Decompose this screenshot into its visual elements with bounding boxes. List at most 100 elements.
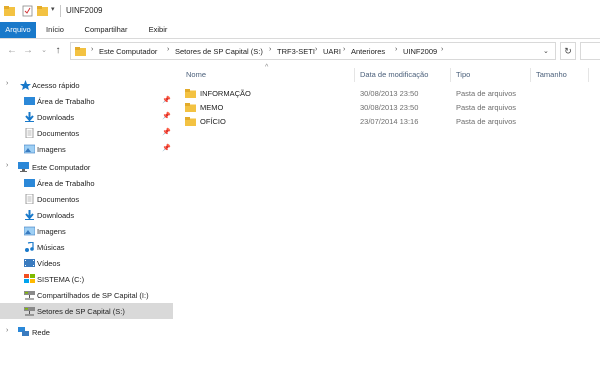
- sidebar-item-label: Este Computador: [32, 163, 91, 172]
- pin-icon[interactable]: 📌: [162, 96, 171, 104]
- sidebar-item-videos[interactable]: Vídeos: [0, 255, 173, 271]
- column-divider[interactable]: [450, 68, 451, 82]
- breadcrumb-trf3-seti[interactable]: TRF3-SETI: [277, 47, 315, 56]
- column-header-nome[interactable]: Nome: [186, 70, 206, 79]
- file-type: Pasta de arquivos: [456, 103, 517, 112]
- column-divider[interactable]: [354, 68, 355, 82]
- sidebar-item-label: SISTEMA (C:): [37, 275, 85, 284]
- file-type: Pasta de arquivos: [456, 89, 517, 98]
- up-arrow-icon[interactable]: ↑: [52, 45, 64, 57]
- sidebar-item-musicas[interactable]: Músicas: [0, 239, 173, 255]
- breadcrumb-chevron-icon[interactable]: ›: [395, 46, 397, 53]
- image-icon: [24, 226, 35, 236]
- table-row[interactable]: OFÍCIO 23/07/2014 13:16 Pasta de arquivo…: [182, 115, 600, 129]
- table-row[interactable]: MEMO 30/08/2013 23:50 Pasta de arquivos: [182, 101, 600, 115]
- breadcrumb-chevron-icon[interactable]: ›: [269, 46, 271, 53]
- sidebar-item-label: Músicas: [37, 243, 65, 252]
- document-icon: [25, 128, 34, 138]
- address-bar[interactable]: › Este Computador › Setores de SP Capita…: [70, 42, 556, 60]
- sidebar-item-label: Downloads: [37, 113, 75, 122]
- network-drive-icon: [24, 307, 35, 316]
- computer-icon: [18, 162, 29, 172]
- sidebar-item-downloads-pc[interactable]: Downloads: [0, 207, 173, 223]
- refresh-icon[interactable]: ↻: [560, 42, 576, 60]
- sidebar-item-downloads[interactable]: Downloads 📌: [0, 109, 173, 125]
- pin-icon[interactable]: 📌: [162, 112, 171, 120]
- column-header-data-modificacao[interactable]: Data de modificação: [360, 70, 428, 79]
- desktop-icon: [24, 97, 35, 105]
- download-icon: [25, 112, 34, 122]
- sidebar-item-area-de-trabalho[interactable]: Área de Trabalho 📌: [0, 93, 173, 109]
- folder-icon: [185, 103, 196, 112]
- file-modified: 30/08/2013 23:50: [360, 89, 419, 98]
- sidebar-item-acesso-rapido[interactable]: › Acesso rápido: [0, 77, 173, 93]
- breadcrumb-chevron-icon[interactable]: ›: [315, 46, 317, 53]
- download-icon: [25, 210, 34, 220]
- forward-arrow-icon[interactable]: →: [22, 45, 34, 57]
- folder-icon: [4, 6, 15, 16]
- quick-access-dropdown-icon[interactable]: ▾: [51, 5, 55, 17]
- sidebar-item-label: Downloads: [37, 211, 75, 220]
- sidebar-item-documentos-pc[interactable]: Documentos: [0, 191, 173, 207]
- sidebar-item-label: Documentos: [37, 195, 80, 204]
- ribbon-tabs: Arquivo Início Compartilhar Exibir: [0, 22, 600, 39]
- column-header-tamanho[interactable]: Tamanho: [536, 70, 567, 79]
- sidebar-item-label: Imagens: [37, 145, 66, 154]
- tab-exibir[interactable]: Exibir: [140, 22, 176, 38]
- sidebar-item-compartilhados-i[interactable]: Compartilhados de SP Capital (I:): [0, 287, 173, 303]
- pin-icon[interactable]: 📌: [162, 144, 171, 152]
- breadcrumb-setores-sp-capital[interactable]: Setores de SP Capital (S:): [175, 47, 263, 56]
- breadcrumb-anteriores[interactable]: Anteriores: [351, 47, 385, 56]
- video-icon: [24, 259, 35, 267]
- sidebar-item-sistema-c[interactable]: SISTEMA (C:): [0, 271, 173, 287]
- back-arrow-icon[interactable]: ←: [6, 45, 18, 57]
- properties-icon[interactable]: [22, 5, 33, 17]
- address-row: ← → ⌄ ↑ › Este Computador › Setores de S…: [0, 39, 600, 63]
- music-icon: [25, 242, 34, 252]
- breadcrumb-uinf2009[interactable]: UINF2009: [403, 47, 437, 56]
- breadcrumb-chevron-icon[interactable]: ›: [343, 46, 345, 53]
- sidebar-item-label: Compartilhados de SP Capital (I:): [37, 291, 149, 300]
- breadcrumb-uari[interactable]: UARI: [323, 47, 341, 56]
- tab-compartilhar[interactable]: Compartilhar: [76, 22, 136, 38]
- column-divider[interactable]: [530, 68, 531, 82]
- expand-chevron-icon[interactable]: ›: [6, 327, 8, 334]
- expand-chevron-icon[interactable]: ›: [6, 80, 8, 87]
- expand-chevron-icon[interactable]: ›: [6, 162, 8, 169]
- recent-locations-chevron-icon[interactable]: ⌄: [38, 45, 50, 57]
- star-icon: [20, 80, 31, 90]
- file-modified: 30/08/2013 23:50: [360, 103, 419, 112]
- sidebar-item-area-de-trabalho-pc[interactable]: Área de Trabalho: [0, 175, 173, 191]
- new-folder-icon[interactable]: [37, 5, 48, 17]
- breadcrumb-chevron-icon[interactable]: ›: [91, 46, 93, 53]
- sidebar-item-este-computador[interactable]: › Este Computador: [0, 159, 173, 175]
- sidebar-item-imagens-pc[interactable]: Imagens: [0, 223, 173, 239]
- sidebar-item-imagens[interactable]: Imagens 📌: [0, 141, 173, 157]
- pin-icon[interactable]: 📌: [162, 128, 171, 136]
- desktop-icon: [24, 179, 35, 187]
- network-drive-icon: [24, 291, 35, 300]
- breadcrumb-chevron-icon[interactable]: ›: [167, 46, 169, 53]
- sidebar-item-documentos[interactable]: Documentos 📌: [0, 125, 173, 141]
- table-row[interactable]: INFORMAÇÃO 30/08/2013 23:50 Pasta de arq…: [182, 87, 600, 101]
- sidebar-item-label: Acesso rápido: [32, 81, 80, 90]
- column-divider[interactable]: [588, 68, 589, 82]
- file-modified: 23/07/2014 13:16: [360, 117, 419, 126]
- search-input[interactable]: [580, 42, 600, 60]
- file-type: Pasta de arquivos: [456, 117, 517, 126]
- image-icon: [24, 144, 35, 154]
- breadcrumb-chevron-icon[interactable]: ›: [441, 46, 443, 53]
- breadcrumb-este-computador[interactable]: Este Computador: [99, 47, 157, 56]
- file-name: MEMO: [200, 103, 224, 112]
- tab-arquivo[interactable]: Arquivo: [0, 22, 36, 38]
- sidebar-item-label: Rede: [32, 328, 50, 337]
- sidebar-item-label: Vídeos: [37, 259, 61, 268]
- sidebar-item-rede[interactable]: › Rede: [0, 324, 173, 340]
- sidebar-item-label: Área de Trabalho: [37, 179, 95, 188]
- title-bar: ▾ UINF2009: [0, 0, 600, 22]
- tab-inicio[interactable]: Início: [38, 22, 72, 38]
- drive-icon: [24, 274, 35, 283]
- column-header-tipo[interactable]: Tipo: [456, 70, 470, 79]
- sidebar-item-setores-s[interactable]: Setores de SP Capital (S:): [0, 303, 173, 319]
- address-dropdown-icon[interactable]: ⌄: [543, 47, 549, 55]
